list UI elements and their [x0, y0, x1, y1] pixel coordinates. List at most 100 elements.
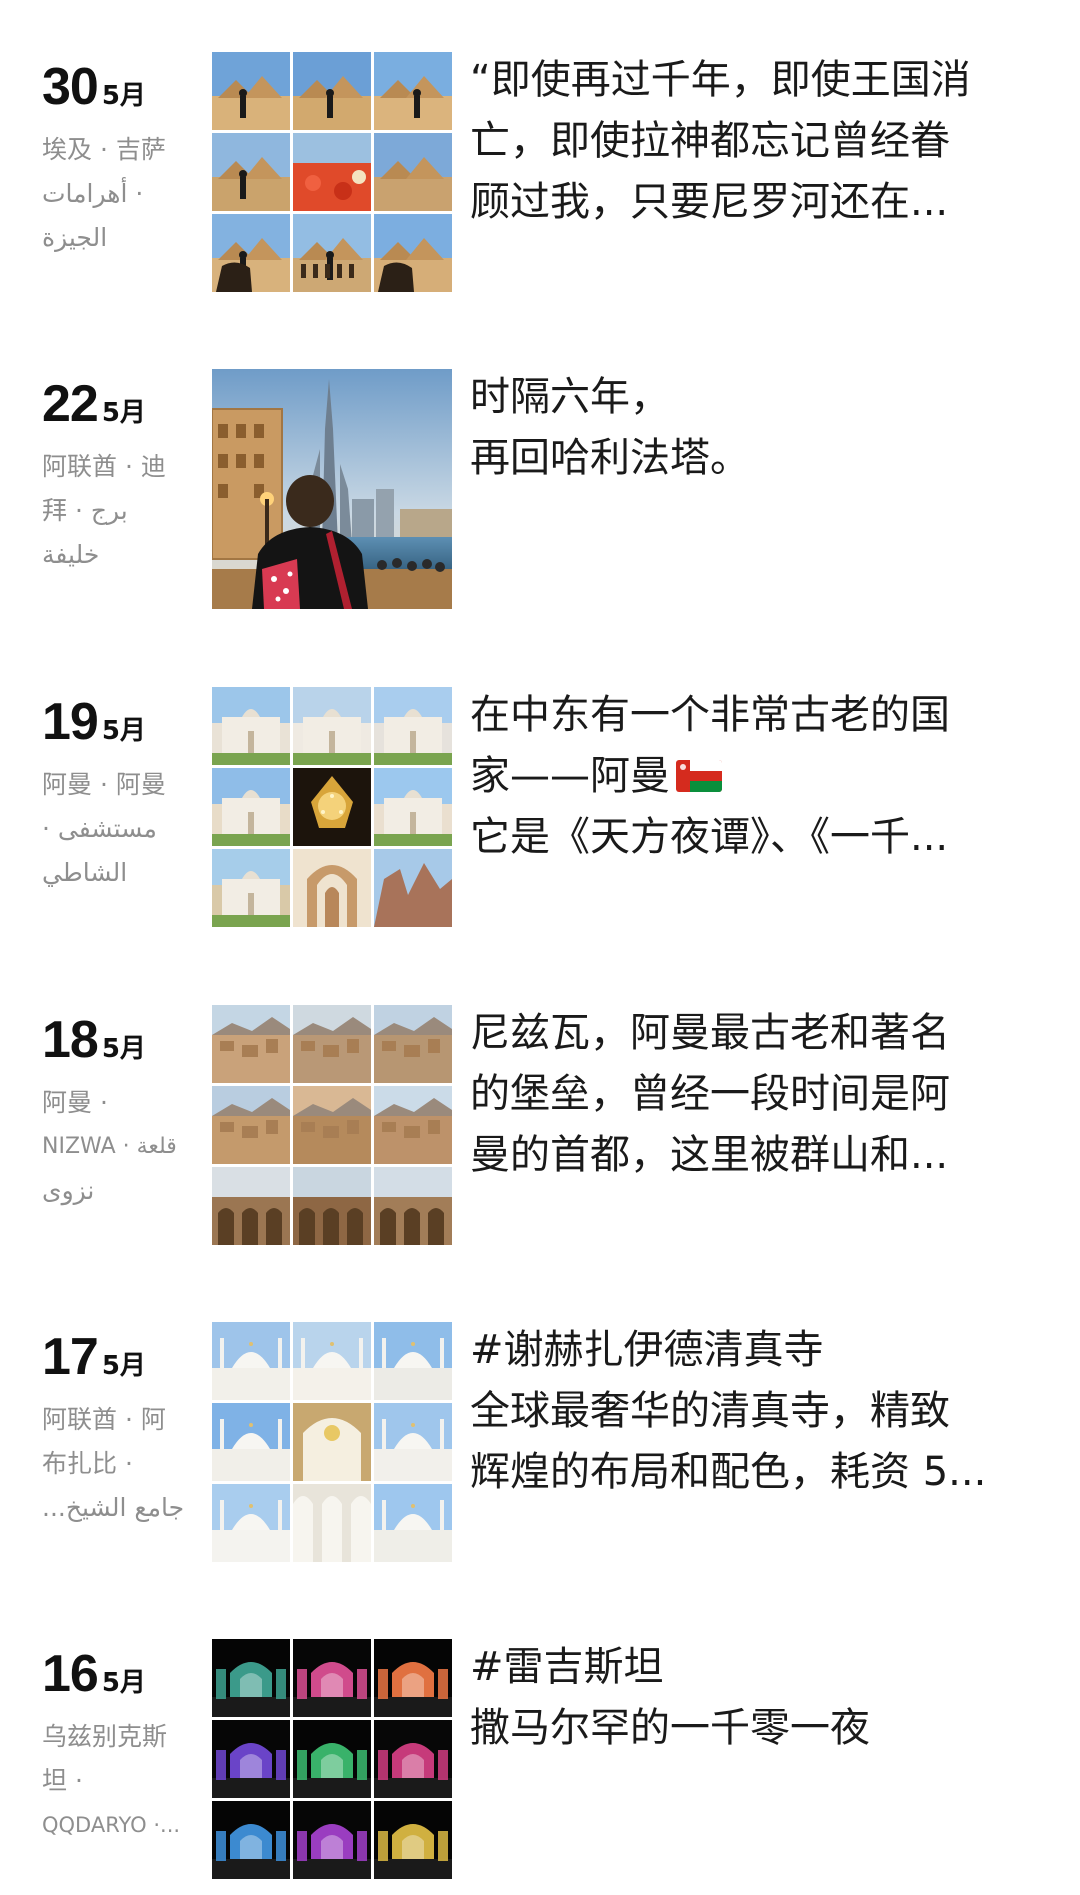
photo-tile[interactable] [293, 133, 371, 211]
photo-tile[interactable] [374, 1484, 452, 1562]
entry-location[interactable]: 阿联酋 · 阿 布扎比 · جامع الشيخ... [42, 1398, 200, 1530]
photo-tile[interactable] [293, 52, 371, 130]
photo-thumbnail [293, 52, 371, 130]
photo-tile[interactable] [293, 1403, 371, 1481]
photo-tile[interactable] [293, 214, 371, 292]
photo-tile[interactable] [212, 1720, 290, 1798]
entry-caption[interactable]: “即使再过千年，即使王国消 亡，即使拉神都忘记曾经眷 顾过我，只要尼罗河还在..… [470, 50, 1030, 233]
photo-tile[interactable] [293, 1005, 371, 1083]
caption-line: 它是《天方夜谭》、《一千... [470, 814, 949, 860]
moment-entry[interactable]: 17 5月 阿联酋 · 阿 布扎比 · جامع الشيخ... #谢赫扎伊德清… [0, 1320, 1080, 1570]
photo-tile[interactable] [212, 849, 290, 927]
photo-thumbnail [293, 1086, 371, 1164]
photo-tile[interactable] [293, 1484, 371, 1562]
location-line: 阿曼 · [42, 1088, 108, 1117]
photo-tile[interactable] [212, 1484, 290, 1562]
photo-thumbnail [212, 1167, 290, 1245]
photo-thumbnail [212, 52, 290, 130]
photo-tile[interactable] [374, 133, 452, 211]
caption-line: 辉煌的布局和配色，耗资 5... [470, 1449, 987, 1495]
caption-line: 再回哈利法塔。 [470, 435, 750, 481]
photo-grid[interactable] [212, 1005, 452, 1245]
photo-single[interactable] [212, 369, 452, 609]
photo-thumbnail [293, 1403, 371, 1481]
entry-caption[interactable]: 时隔六年， 再回哈利法塔。 [470, 367, 1030, 489]
photo-tile[interactable] [212, 1322, 290, 1400]
photo-tile[interactable] [212, 1005, 290, 1083]
photo-tile[interactable] [374, 1005, 452, 1083]
photo-thumbnail [293, 1801, 371, 1879]
photo-tile[interactable] [374, 1720, 452, 1798]
photo-tile[interactable] [374, 849, 452, 927]
entry-caption[interactable]: 在中东有一个非常古老的国 家——阿曼 它是《天方夜谭》、《一千... [470, 685, 1030, 868]
photo-tile[interactable] [374, 52, 452, 130]
entry-month: 5月 [101, 1351, 146, 1381]
photo-tile[interactable] [293, 768, 371, 846]
photo-thumbnail [293, 214, 371, 292]
photo-grid[interactable] [212, 1322, 452, 1562]
location-line: خليفة [42, 540, 100, 569]
photo-thumbnail [212, 1639, 290, 1717]
photo-tile[interactable] [212, 133, 290, 211]
entry-day: 30 [42, 58, 99, 116]
caption-line: 亡，即使拉神都忘记曾经眷 [470, 118, 950, 164]
photo-tile[interactable] [293, 1322, 371, 1400]
photo-tile[interactable] [293, 1801, 371, 1879]
location-line: مستشفى · [42, 814, 157, 843]
photo-tile[interactable] [293, 1720, 371, 1798]
moment-entry[interactable]: 22 5月 阿联酋 · 迪 拜 · برج خليفة 时隔六年， 再回哈利法塔… [0, 367, 1080, 617]
photo-grid[interactable] [212, 1639, 452, 1879]
photo-tile[interactable] [374, 214, 452, 292]
photo-tile[interactable] [374, 687, 452, 765]
entry-location[interactable]: 阿曼 · NIZWA · قلعة نزوى [42, 1081, 200, 1213]
moment-entry[interactable]: 19 5月 阿曼 · 阿曼 مستشفى · الشاطي 在中东有一个非常古老的… [0, 685, 1080, 935]
photo-tile[interactable] [212, 1639, 290, 1717]
photo-tile[interactable] [212, 687, 290, 765]
photo-tile[interactable] [293, 1167, 371, 1245]
photo-tile[interactable] [374, 768, 452, 846]
photo-tile[interactable] [212, 52, 290, 130]
photo-tile[interactable] [374, 1086, 452, 1164]
photo-tile[interactable] [374, 1801, 452, 1879]
entry-caption[interactable]: #谢赫扎伊德清真寺 全球最奢华的清真寺，精致 辉煌的布局和配色，耗资 5... [470, 1320, 1030, 1503]
entry-location[interactable]: 乌兹别克斯 坦 · QQDARYO ·... [42, 1715, 200, 1847]
photo-tile[interactable] [293, 849, 371, 927]
photo-tile[interactable] [212, 1167, 290, 1245]
photo-grid[interactable] [212, 687, 452, 927]
photo-tile[interactable] [374, 1167, 452, 1245]
photo-thumbnail [374, 687, 452, 765]
entry-date: 19 5月 [42, 687, 146, 757]
photo-thumbnail [374, 133, 452, 211]
photo-grid[interactable] [212, 52, 452, 292]
photo-tile[interactable] [212, 768, 290, 846]
photo-tile[interactable] [374, 1322, 452, 1400]
entry-location[interactable]: 埃及 · 吉萨 أهرامات · الجيزة [42, 128, 200, 260]
photo-tile[interactable] [293, 1639, 371, 1717]
entry-caption[interactable]: #雷吉斯坦 撒马尔罕的一千零一夜 [470, 1637, 1030, 1759]
caption-line: #谢赫扎伊德清真寺 [470, 1327, 824, 1373]
photo-tile[interactable] [212, 1086, 290, 1164]
caption-line: 在中东有一个非常古老的国 [470, 692, 950, 738]
oman-flag-icon [676, 760, 722, 792]
moment-entry[interactable]: 16 5月 乌兹别克斯 坦 · QQDARYO ·... #雷吉斯坦 撒马尔罕的一… [0, 1637, 1080, 1887]
photo-tile[interactable] [293, 687, 371, 765]
entry-caption[interactable]: 尼兹瓦，阿曼最古老和著名 的堡垒，曾经一段时间是阿 曼的首都，这里被群山和... [470, 1003, 1030, 1186]
photo-tile[interactable] [293, 1086, 371, 1164]
photo-tile[interactable] [212, 1403, 290, 1481]
moment-entry[interactable]: 18 5月 阿曼 · NIZWA · قلعة نزوى 尼兹瓦，阿曼最古老和著名… [0, 1003, 1080, 1253]
entry-location[interactable]: 阿联酋 · 迪 拜 · برج خليفة [42, 445, 200, 577]
photo-thumbnail [374, 1484, 452, 1562]
entry-location[interactable]: 阿曼 · 阿曼 مستشفى · الشاطي [42, 763, 200, 895]
caption-line: 时隔六年， [470, 374, 670, 420]
entry-date: 30 5月 [42, 52, 146, 122]
caption-text: 家——阿曼 [470, 753, 670, 799]
photo-thumbnail [374, 1720, 452, 1798]
photo-tile[interactable] [374, 1403, 452, 1481]
photo-tile[interactable] [374, 1639, 452, 1717]
caption-line: 全球最奢华的清真寺，精致 [470, 1388, 950, 1434]
moment-entry[interactable]: 30 5月 埃及 · 吉萨 أهرامات · الجيزة “即使再过千年，即使… [0, 50, 1080, 300]
caption-line: 家——阿曼 [470, 746, 1030, 807]
caption-line: 的堡垒，曾经一段时间是阿 [470, 1071, 950, 1117]
photo-tile[interactable] [212, 1801, 290, 1879]
photo-tile[interactable] [212, 214, 290, 292]
